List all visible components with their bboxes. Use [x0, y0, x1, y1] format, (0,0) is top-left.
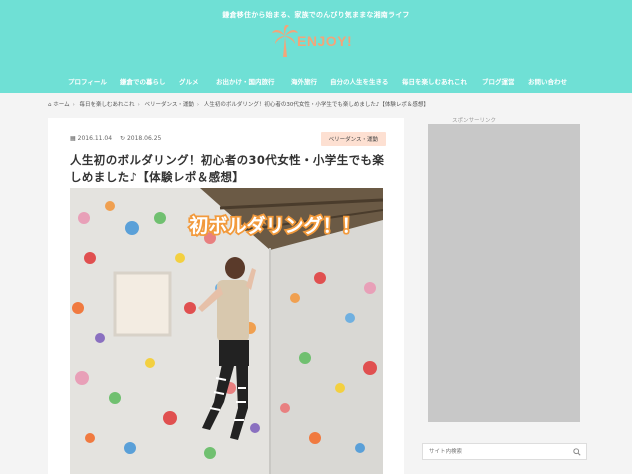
article-title: 人生初のボルダリング！初心者の30代女性・小学生でも楽しめました♪【体験レポ＆感…: [70, 153, 385, 184]
breadcrumb-current: 人生初のボルダリング！初心者の30代女性・小学生でも楽しめました♪【体験レポ＆感…: [203, 102, 429, 108]
article-card: ▦ 2016.11.04 ↻ 2018.06.25 ベリーダンス・運動 人生初のボル…: [48, 118, 404, 474]
photo-caption: 初ボルダリング！！: [189, 214, 360, 237]
nav-item-blog[interactable]: ブログ運営: [482, 76, 515, 86]
updated-date: 2018.06.25: [126, 135, 162, 142]
site-header: 鎌倉移住から始まる、家族でのんびり気ままな湘南ライフ ENJOY! プロフィール…: [0, 0, 632, 93]
nav-item-overseas-travel[interactable]: 海外旅行: [291, 76, 317, 86]
search-input[interactable]: [429, 447, 569, 457]
breadcrumb-home[interactable]: ホーム: [53, 102, 69, 108]
published-date: 2016.11.04: [77, 135, 113, 142]
sidebar-search: [422, 443, 587, 460]
breadcrumb-category[interactable]: 毎日を楽しむあれこれ: [80, 102, 135, 108]
logo-text: ENJOY!: [297, 33, 353, 49]
breadcrumb-subcategory[interactable]: ベリーダンス・運動: [145, 102, 194, 108]
ad-placeholder[interactable]: [428, 124, 580, 422]
post-meta: ▦ 2016.11.04 ↻ 2018.06.25: [70, 135, 161, 142]
bouldering-photo-illustration: 初ボルダリング！！: [70, 188, 383, 474]
breadcrumb-separator: ›: [196, 102, 200, 108]
category-badge[interactable]: ベリーダンス・運動: [320, 132, 386, 146]
nav-item-domestic-travel[interactable]: お出かけ・国内旅行: [216, 76, 275, 86]
sponsor-label: スポンサーリンク: [452, 118, 497, 124]
nav-item-own-life[interactable]: 自分の人生を生きる: [330, 76, 388, 86]
home-icon: ⌂: [48, 102, 52, 108]
nav-item-profile[interactable]: プロフィール: [68, 76, 107, 86]
nav-item-daily-fun[interactable]: 毎日を楽しむあれこれ: [402, 76, 467, 86]
site-tagline: 鎌倉移住から始まる、家族でのんびり気ままな湘南ライフ: [222, 11, 410, 19]
nav-item-contact[interactable]: お問い合わせ: [528, 76, 567, 86]
article-photo: 初ボルダリング！！: [70, 188, 383, 474]
search-icon[interactable]: [573, 448, 581, 456]
refresh-icon: ↻: [119, 135, 125, 142]
breadcrumb: ⌂ ホーム › 毎日を楽しむあれこれ › ベリーダンス・運動 › 人生初のボルダリング…: [48, 100, 429, 108]
breadcrumb-separator: ›: [72, 102, 75, 108]
nav-item-gourmet[interactable]: グルメ: [179, 76, 199, 86]
main-nav: プロフィール 鎌倉での暮らし グルメ お出かけ・国内旅行 海外旅行 自分の人生を…: [0, 76, 632, 88]
palm-tree-icon: [272, 24, 298, 57]
site-logo[interactable]: ENJOY!: [270, 24, 370, 58]
nav-item-kamakura-life[interactable]: 鎌倉での暮らし: [120, 76, 166, 86]
calendar-icon: ▦: [70, 135, 76, 142]
breadcrumb-separator: ›: [137, 102, 140, 108]
